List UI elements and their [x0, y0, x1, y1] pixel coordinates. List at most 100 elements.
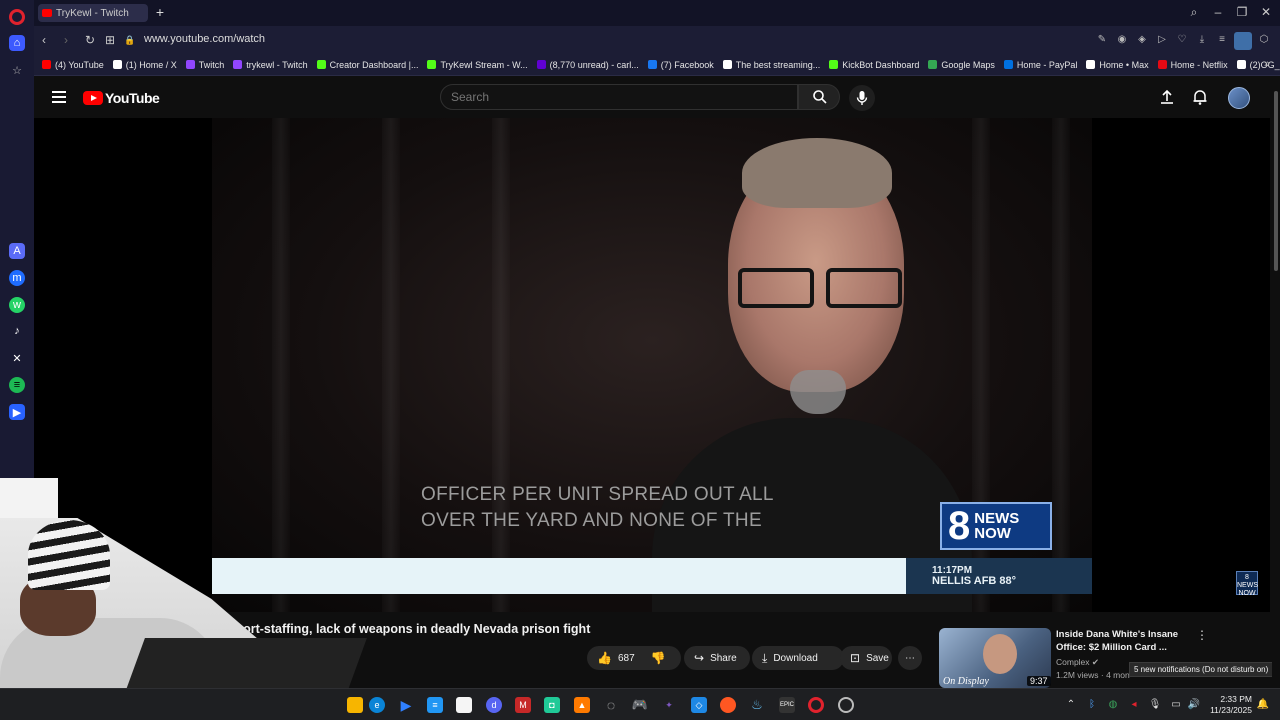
- bookmark-item[interactable]: (7) Facebook: [647, 60, 714, 70]
- tab-grid-icon[interactable]: ⊞: [102, 32, 118, 48]
- bookmark-item[interactable]: KickBot Dashboard: [829, 60, 919, 70]
- hamburger-menu-icon[interactable]: [52, 91, 66, 103]
- thumbs-up-icon[interactable]: 👍: [597, 651, 612, 665]
- spotify-icon[interactable]: ≡: [9, 377, 25, 393]
- bookmark-favicon-icon: [42, 60, 51, 69]
- address-tools: ✎ ◉ ◈ ▷ ♡ ⤓ ≡ ⬡: [1094, 32, 1272, 50]
- youtube-logo[interactable]: YouTube: [83, 90, 160, 106]
- camera-icon[interactable]: ◉: [1114, 32, 1130, 48]
- bookmark-item[interactable]: Home • Max: [1086, 60, 1149, 70]
- caption-line-2: OVER THE YARD AND NONE OF THE: [421, 510, 762, 531]
- reload-icon[interactable]: ↻: [82, 32, 98, 48]
- profile-icon[interactable]: [1234, 32, 1252, 50]
- bookmark-item[interactable]: Creator Dashboard |...: [316, 60, 418, 70]
- purple-app-icon[interactable]: ✦: [661, 697, 677, 713]
- recommended-title[interactable]: Inside Dana White's Insane Office: $2 Mi…: [1056, 628, 1186, 654]
- search-tabs-icon[interactable]: ⌕: [1186, 5, 1202, 20]
- file-icon[interactable]: [456, 697, 472, 713]
- tiktok-icon[interactable]: ♪: [9, 323, 25, 339]
- vlc-icon[interactable]: ▲: [574, 697, 590, 713]
- pin-icon[interactable]: ☆: [9, 62, 25, 78]
- like-count[interactable]: 687: [618, 653, 635, 664]
- play-store-icon[interactable]: ▶: [398, 697, 414, 713]
- voice-search-button[interactable]: [849, 85, 875, 111]
- gamepad-icon[interactable]: 🎮: [632, 697, 648, 713]
- url-text[interactable]: www.youtube.com/watch: [144, 33, 265, 45]
- opera-taskbar-icon[interactable]: [808, 697, 824, 713]
- scroll-thumb[interactable]: [1274, 91, 1278, 271]
- bookmark-item[interactable]: Twitch: [185, 60, 224, 70]
- restore-icon[interactable]: ❐: [1234, 5, 1250, 19]
- messenger-icon[interactable]: m: [9, 270, 25, 286]
- bookmark-item[interactable]: (4) YouTube: [42, 60, 104, 70]
- menu-icon[interactable]: ≡: [1214, 32, 1230, 48]
- search-button[interactable]: [798, 84, 840, 110]
- taskbar-app-icon[interactable]: [347, 697, 363, 713]
- network-icon[interactable]: ▭: [1169, 699, 1183, 710]
- bookmark-item[interactable]: (2)OG_CyberManiac...: [1236, 60, 1280, 70]
- system-clock[interactable]: 2:33 PM 11/23/2025: [1206, 694, 1252, 716]
- extensions-icon[interactable]: ⬡: [1256, 32, 1272, 48]
- blue-app-icon[interactable]: ◇: [691, 697, 707, 713]
- home-icon[interactable]: ⌂: [9, 35, 25, 51]
- edge-icon[interactable]: e: [369, 697, 385, 713]
- heart-icon[interactable]: ♡: [1174, 32, 1190, 48]
- whatsapp-icon[interactable]: w: [9, 297, 25, 313]
- share-button[interactable]: ↪ Share: [684, 646, 750, 670]
- bookmark-item[interactable]: Home - PayPal: [1003, 60, 1077, 70]
- volume-icon[interactable]: 🔊: [1187, 699, 1201, 710]
- forward-icon[interactable]: ›: [58, 32, 74, 48]
- bookmark-item[interactable]: Google Maps: [928, 60, 995, 70]
- tray-expand-icon[interactable]: ⌃: [1064, 699, 1078, 710]
- steam-icon[interactable]: ♨: [749, 697, 765, 713]
- speaker-beard: [790, 370, 846, 414]
- save-button[interactable]: ⊡ Save: [840, 646, 892, 670]
- thumbs-down-icon[interactable]: 👎: [651, 651, 666, 665]
- aria-icon[interactable]: A: [9, 243, 25, 259]
- bookmark-item[interactable]: Home - Netflix: [1157, 60, 1228, 70]
- youtube-logo-text: YouTube: [105, 90, 160, 106]
- bookmarks-overflow-icon[interactable]: »: [1264, 58, 1270, 70]
- play-icon[interactable]: ▷: [1154, 32, 1170, 48]
- page-scrollbar[interactable]: [1272, 77, 1280, 688]
- bookmark-item[interactable]: (8,770 unread) - carl...: [536, 60, 639, 70]
- tray-app-icon[interactable]: ◍: [1106, 699, 1120, 710]
- epic-games-icon[interactable]: EPIC: [779, 697, 795, 713]
- green-app-icon[interactable]: ◘: [544, 697, 560, 713]
- back-icon[interactable]: ‹: [36, 32, 52, 48]
- more-actions-button[interactable]: ⋯: [898, 646, 922, 670]
- obs-icon[interactable]: ◌: [603, 697, 619, 713]
- discord-icon[interactable]: d: [486, 697, 502, 713]
- x-icon[interactable]: ✕: [9, 350, 25, 366]
- bookmark-item[interactable]: TryKewl Stream - W...: [427, 60, 528, 70]
- player-icon[interactable]: ▶: [9, 404, 25, 420]
- notepad-icon[interactable]: ≡: [427, 697, 443, 713]
- opera-logo-icon[interactable]: [9, 9, 25, 25]
- bookmark-item[interactable]: trykewl - Twitch: [233, 60, 308, 70]
- download-icon[interactable]: ⤓: [1194, 32, 1210, 48]
- settings-icon[interactable]: [838, 697, 854, 713]
- shield-icon[interactable]: ◈: [1134, 32, 1150, 48]
- bookmark-item[interactable]: (1) Home / X: [112, 60, 177, 70]
- active-tab[interactable]: TryKewl - Twitch: [38, 4, 148, 22]
- minimize-icon[interactable]: –: [1210, 5, 1226, 19]
- bookmark-favicon-icon: [185, 60, 195, 69]
- upload-icon[interactable]: [1158, 88, 1176, 106]
- channel-watermark[interactable]: 8 NEWS NOW: [1236, 571, 1258, 597]
- mic-tray-icon[interactable]: 🎙: [1148, 699, 1162, 710]
- bookmark-item[interactable]: The best streaming...: [722, 60, 820, 70]
- edit-icon[interactable]: ✎: [1094, 32, 1110, 48]
- close-window-icon[interactable]: ✕: [1258, 5, 1274, 19]
- movie-maker-icon[interactable]: M: [515, 697, 531, 713]
- search-input[interactable]: [451, 90, 781, 104]
- notification-center-icon[interactable]: 🔔: [1256, 699, 1270, 710]
- bluetooth-icon[interactable]: ᛒ: [1085, 699, 1099, 710]
- recommended-channel[interactable]: Complex ✔: [1056, 657, 1099, 668]
- recommended-menu-icon[interactable]: ⋮: [1196, 628, 1208, 642]
- download-button[interactable]: ⤓ Download: [752, 646, 844, 670]
- new-tab-icon[interactable]: +: [152, 4, 168, 20]
- tray-opera-icon[interactable]: ◂: [1127, 699, 1141, 710]
- firefox-icon[interactable]: [720, 697, 736, 713]
- account-avatar[interactable]: [1228, 87, 1250, 109]
- bell-icon[interactable]: [1191, 88, 1209, 106]
